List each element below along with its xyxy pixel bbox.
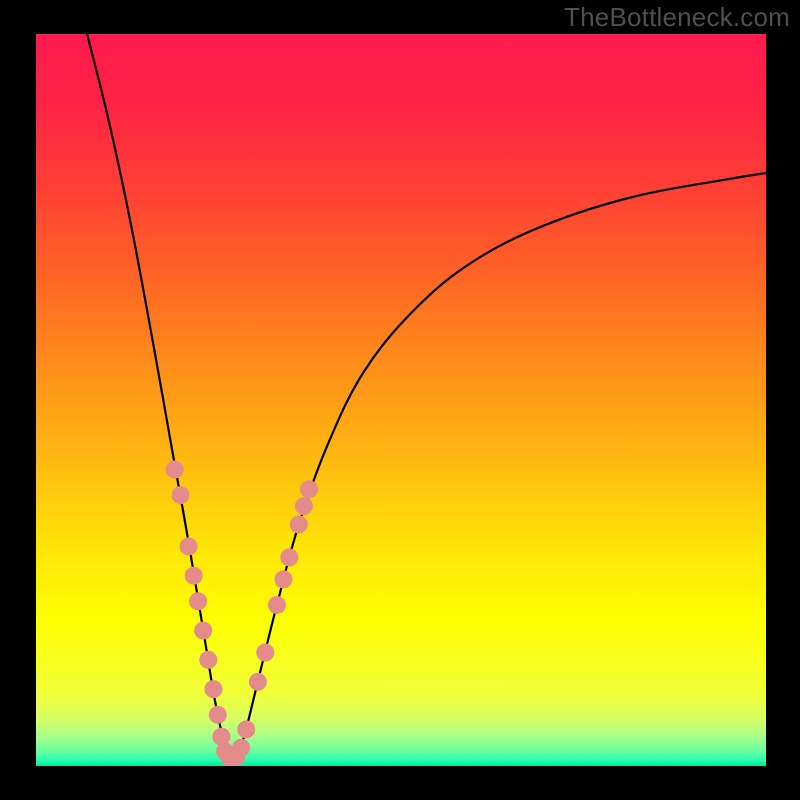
watermark-text: TheBottleneck.com xyxy=(564,2,790,33)
marker-point xyxy=(166,461,184,479)
marker-point xyxy=(209,706,227,724)
marker-point xyxy=(180,537,198,555)
highlighted-points-group xyxy=(166,461,318,766)
chart-svg xyxy=(36,34,766,766)
marker-point xyxy=(189,592,207,610)
marker-point xyxy=(280,548,298,566)
marker-point xyxy=(256,644,274,662)
marker-point xyxy=(274,570,292,588)
chart-plot-area xyxy=(36,34,766,766)
marker-point xyxy=(290,515,308,533)
marker-point xyxy=(249,673,267,691)
marker-point xyxy=(300,480,318,498)
bottleneck-curve xyxy=(87,34,766,760)
marker-point xyxy=(194,622,212,640)
marker-point xyxy=(172,486,190,504)
marker-point xyxy=(185,567,203,585)
marker-point xyxy=(232,739,250,757)
marker-point xyxy=(237,720,255,738)
marker-point xyxy=(199,651,217,669)
marker-point xyxy=(295,497,313,515)
marker-point xyxy=(268,596,286,614)
marker-point xyxy=(204,680,222,698)
